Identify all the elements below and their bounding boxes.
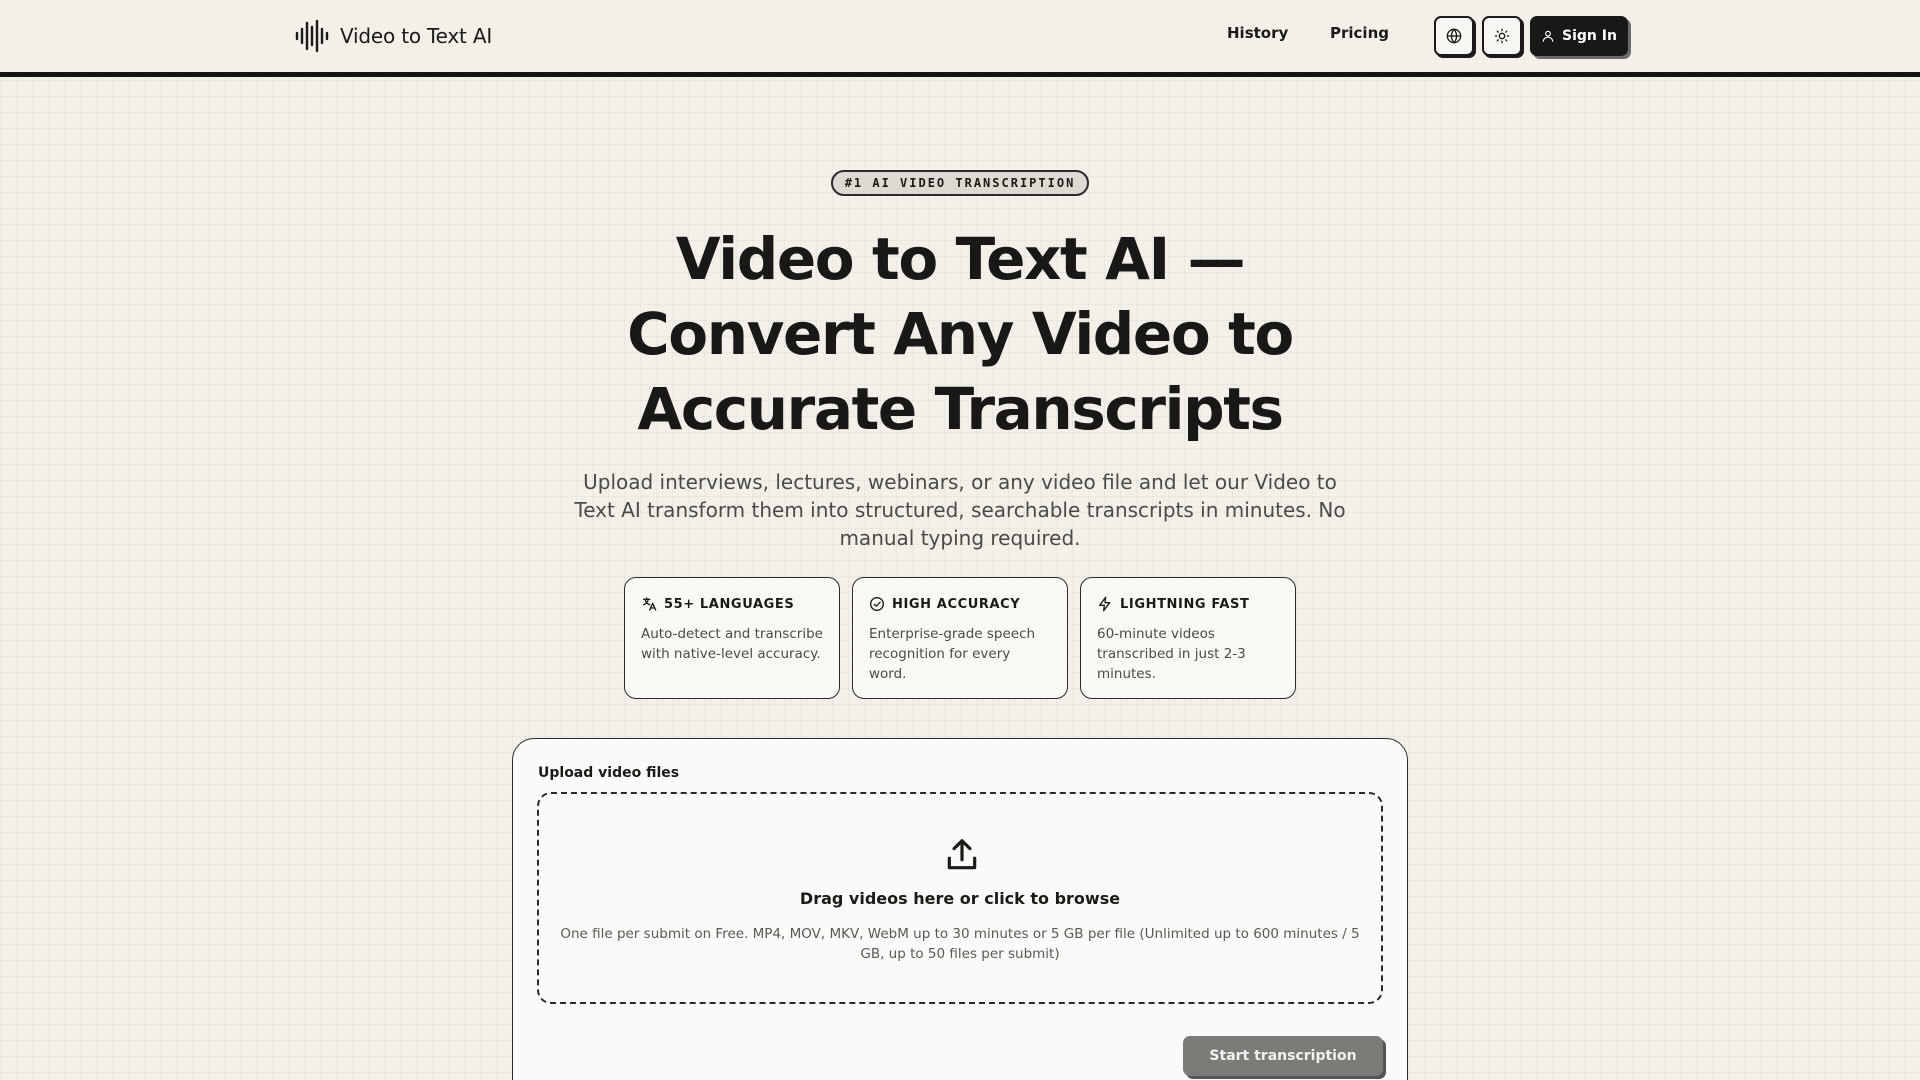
upload-dropzone[interactable]: Drag videos here or click to browse One … <box>537 792 1383 1004</box>
hero-badge: #1 AI VIDEO TRANSCRIPTION <box>831 170 1089 196</box>
title-line-1: Video to Text AI — <box>675 225 1246 293</box>
theme-toggle-button[interactable] <box>1482 16 1522 56</box>
user-icon <box>1542 30 1554 42</box>
sign-in-button[interactable]: Sign In <box>1530 16 1628 56</box>
feature-title: 55+ LANGUAGES <box>664 596 795 612</box>
feature-card-speed: LIGHTNING FAST 60-minute videos transcri… <box>1080 577 1296 699</box>
header-divider <box>0 72 1920 77</box>
upload-label: Upload video files <box>538 765 680 781</box>
feature-description: Enterprise-grade speech recognition for … <box>869 626 1036 682</box>
upload-icon <box>947 839 977 870</box>
feature-title: HIGH ACCURACY <box>892 596 1021 612</box>
feature-title: LIGHTNING FAST <box>1120 596 1250 612</box>
translate-icon <box>643 597 657 611</box>
feature-description: Auto-detect and transcribe with native-l… <box>641 626 823 662</box>
check-circle-icon <box>870 597 884 611</box>
sun-icon <box>1494 28 1510 44</box>
waveform-icon <box>295 19 329 53</box>
dropzone-title: Drag videos here or click to browse <box>799 889 1121 908</box>
page-title: Video to Text AI — Convert Any Video to … <box>560 222 1360 447</box>
dropzone-hint: One file per submit on Free. MP4, MOV, M… <box>560 926 1360 962</box>
language-button[interactable] <box>1434 16 1474 56</box>
globe-icon <box>1446 28 1462 44</box>
nav-history-link[interactable]: History <box>1227 24 1288 42</box>
feature-description: 60-minute videos transcribed in just 2-3… <box>1097 626 1246 682</box>
feature-card-accuracy: HIGH ACCURACY Enterprise-grade speech re… <box>852 577 1068 699</box>
brand-logo-link[interactable]: Video to Text AI <box>294 18 492 54</box>
lightning-icon <box>1099 596 1111 612</box>
top-header: Video to Text AI History Pricing Sign In <box>0 0 1920 72</box>
upload-panel: Upload video files Drag videos here or c… <box>512 738 1408 1080</box>
sign-in-label: Sign In <box>1562 28 1617 44</box>
hero-subtitle: Upload interviews, lectures, webinars, o… <box>574 470 1346 550</box>
title-line-3: Accurate Transcripts <box>637 375 1284 443</box>
brand-name: Video to Text AI <box>340 24 493 48</box>
start-transcription-button[interactable]: Start transcription <box>1183 1036 1383 1076</box>
title-line-2: Convert Any Video to <box>627 300 1294 368</box>
nav-pricing-link[interactable]: Pricing <box>1330 24 1389 42</box>
feature-card-languages: 55+ LANGUAGES Auto-detect and transcribe… <box>624 577 840 699</box>
